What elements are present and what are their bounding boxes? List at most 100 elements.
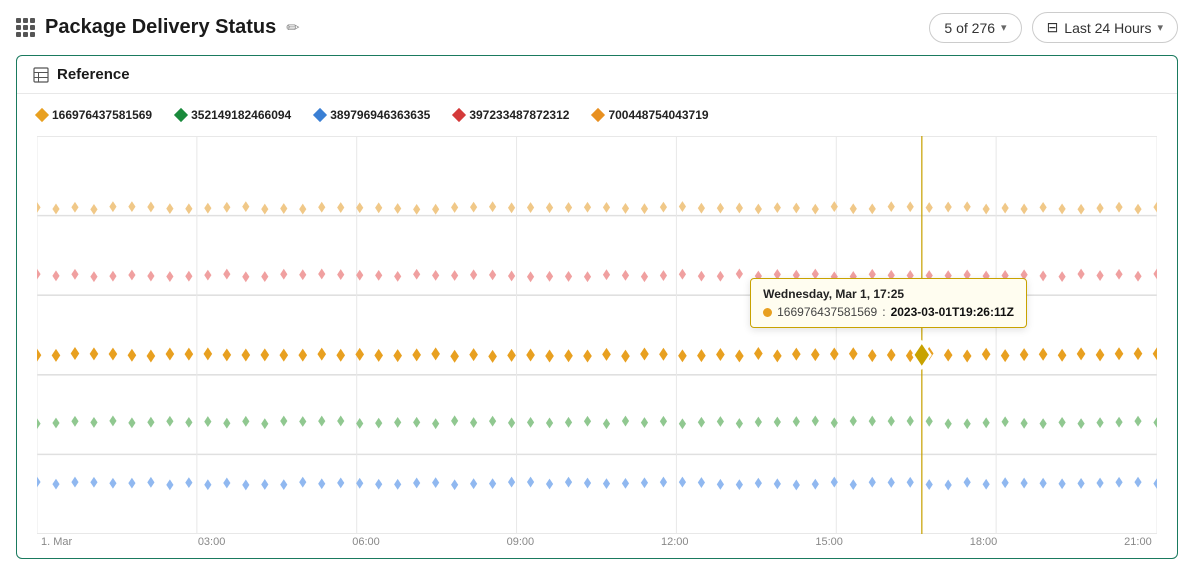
data-point bbox=[185, 203, 192, 214]
time-filter-button[interactable]: ⊟ Last 24 Hours ▾ bbox=[1032, 12, 1178, 43]
edit-icon[interactable]: ✏ bbox=[286, 18, 299, 38]
data-point bbox=[90, 417, 97, 428]
data-point bbox=[565, 417, 572, 428]
data-point bbox=[261, 479, 268, 490]
data-point bbox=[774, 269, 781, 280]
data-point bbox=[337, 202, 344, 213]
legend-item: 700448754043719 bbox=[593, 108, 708, 122]
data-point bbox=[394, 417, 401, 428]
data-point bbox=[337, 416, 344, 427]
data-point bbox=[812, 269, 819, 280]
data-point bbox=[679, 418, 686, 429]
main-card: Reference 166976437581569 35214918246609… bbox=[16, 55, 1178, 559]
data-point bbox=[337, 269, 344, 280]
data-point bbox=[204, 203, 211, 214]
data-point bbox=[1058, 349, 1067, 362]
data-point bbox=[545, 349, 554, 362]
data-point bbox=[736, 203, 743, 214]
data-point bbox=[678, 349, 687, 362]
data-point bbox=[830, 348, 839, 361]
data-point bbox=[907, 201, 914, 212]
header: Package Delivery Status ✏ 5 of 276 ▾ ⊟ L… bbox=[16, 12, 1178, 55]
data-point bbox=[185, 477, 192, 488]
data-point bbox=[413, 478, 420, 489]
data-point bbox=[166, 271, 173, 282]
legend-diamond bbox=[35, 108, 49, 122]
data-point bbox=[869, 477, 876, 488]
data-point bbox=[507, 349, 516, 362]
data-point bbox=[508, 202, 515, 213]
data-point bbox=[1058, 417, 1065, 428]
data-point bbox=[109, 415, 116, 426]
data-point bbox=[1153, 202, 1157, 213]
data-point bbox=[755, 271, 762, 282]
data-point bbox=[1040, 418, 1047, 429]
data-point bbox=[204, 416, 211, 427]
x-axis-label: 06:00 bbox=[351, 536, 381, 548]
data-point bbox=[603, 202, 610, 213]
data-point bbox=[242, 271, 249, 282]
data-point bbox=[451, 202, 458, 213]
data-point bbox=[1134, 271, 1141, 282]
page-title: Package Delivery Status bbox=[45, 16, 276, 39]
legend-diamond bbox=[174, 108, 188, 122]
data-point bbox=[546, 271, 553, 282]
x-axis-label: 1. Mar bbox=[41, 536, 72, 548]
data-point bbox=[393, 349, 402, 362]
data-point bbox=[451, 415, 458, 426]
data-point bbox=[109, 201, 116, 212]
data-point bbox=[526, 349, 535, 362]
x-axis-label: 21:00 bbox=[1123, 536, 1153, 548]
header-right: 5 of 276 ▾ ⊟ Last 24 Hours ▾ bbox=[929, 12, 1178, 43]
data-point bbox=[926, 479, 933, 490]
legend-item: 397233487872312 bbox=[454, 108, 569, 122]
data-point bbox=[432, 204, 439, 215]
data-point bbox=[1134, 416, 1141, 427]
data-point bbox=[337, 477, 344, 488]
data-point bbox=[1096, 417, 1103, 428]
data-point bbox=[773, 349, 782, 362]
data-point bbox=[527, 271, 534, 282]
data-point bbox=[888, 270, 895, 281]
data-point bbox=[1153, 417, 1157, 428]
data-point bbox=[793, 416, 800, 427]
data-point bbox=[336, 349, 345, 362]
data-point bbox=[907, 270, 914, 281]
data-point bbox=[469, 348, 478, 361]
data-point bbox=[717, 271, 724, 282]
data-point bbox=[640, 348, 649, 361]
data-point bbox=[52, 418, 59, 429]
pagination-label: 5 of 276 bbox=[944, 20, 995, 36]
data-point bbox=[37, 269, 41, 280]
legend-item: 389796946363635 bbox=[315, 108, 430, 122]
data-point bbox=[546, 418, 553, 429]
data-point bbox=[1115, 269, 1122, 280]
data-point bbox=[717, 479, 724, 490]
table-icon bbox=[33, 67, 49, 83]
data-point bbox=[318, 202, 325, 213]
data-point bbox=[1096, 270, 1103, 281]
data-point bbox=[964, 418, 971, 429]
data-point bbox=[204, 270, 211, 281]
data-point bbox=[508, 477, 515, 488]
data-point bbox=[375, 270, 382, 281]
data-point bbox=[223, 418, 230, 429]
data-point bbox=[868, 349, 877, 362]
data-point bbox=[888, 416, 895, 427]
data-point bbox=[37, 477, 41, 488]
data-point bbox=[280, 203, 287, 214]
time-filter-chevron: ▾ bbox=[1157, 21, 1163, 34]
data-point bbox=[584, 202, 591, 213]
pagination-button[interactable]: 5 of 276 ▾ bbox=[929, 13, 1021, 43]
data-point bbox=[850, 271, 857, 282]
data-point bbox=[850, 479, 857, 490]
data-point bbox=[470, 478, 477, 489]
data-point bbox=[109, 271, 116, 282]
data-point bbox=[109, 478, 116, 489]
data-point bbox=[792, 348, 801, 361]
data-point bbox=[945, 480, 952, 491]
data-point bbox=[660, 416, 667, 427]
apps-icon bbox=[16, 18, 35, 37]
data-point bbox=[223, 348, 232, 361]
data-point bbox=[983, 479, 990, 490]
